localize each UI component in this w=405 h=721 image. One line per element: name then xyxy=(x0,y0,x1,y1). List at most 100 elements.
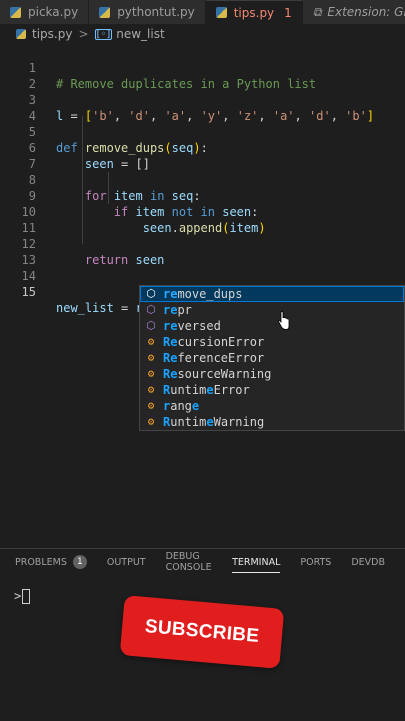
code-line: 1 # Remove duplicates in a Python list xyxy=(0,44,405,91)
terminal-prompt[interactable]: > xyxy=(14,589,31,604)
suggestion-text: pr xyxy=(177,303,192,317)
tab-label: PORTS xyxy=(300,556,332,568)
variable-icon: [◦] xyxy=(94,28,113,40)
tab-tips[interactable]: tips.py 1 xyxy=(205,0,303,24)
tab-label: PROBLEMS xyxy=(15,556,67,568)
code-line: 10 seen.append(item) xyxy=(0,188,405,235)
suggestion-item[interactable]: ⬡ re versed xyxy=(140,318,404,334)
identifier: new_list xyxy=(56,301,114,315)
method-cube-icon: ⬡ xyxy=(146,319,156,332)
breadcrumb-symbol[interactable]: new_list xyxy=(116,27,164,41)
tab-ports[interactable]: PORTS xyxy=(300,549,331,575)
suggestion-item[interactable]: ⬡ re move_dups xyxy=(140,286,404,302)
suggestion-text: untim xyxy=(170,415,207,429)
tab-devdb[interactable]: DEVDB xyxy=(351,549,385,575)
code-line: 13 xyxy=(0,236,405,267)
suggestion-text: versed xyxy=(177,319,221,333)
problems-count-badge: 1 xyxy=(72,555,87,569)
match-text: Re xyxy=(163,367,178,381)
match-text: e xyxy=(206,383,214,397)
class-icon: ⚙ xyxy=(147,351,155,364)
suggestion-text: move_dups xyxy=(177,287,243,301)
code-line: 12 return seen xyxy=(0,220,405,267)
breadcrumb-file[interactable]: tips.py xyxy=(32,27,72,41)
breadcrumb: tips.py > [◦] new_list xyxy=(0,24,405,44)
subscribe-label: SUBSCRIBE xyxy=(144,616,261,647)
tab-problems[interactable]: PROBLEMS 1 xyxy=(15,549,87,575)
suggestion-item[interactable]: ⚙ Runtim e Warning xyxy=(140,414,404,430)
match-text: e xyxy=(206,415,214,429)
tab-label: DEBUG CONSOLE xyxy=(165,551,212,573)
tab-label: picka.py xyxy=(28,5,79,19)
tab-label: pythontut.py xyxy=(117,5,195,19)
suggestion-text: ang xyxy=(170,399,192,413)
tab-label: DEVDB xyxy=(351,556,385,568)
problem-count-badge: 1 xyxy=(284,5,292,20)
class-icon: ⚙ xyxy=(147,367,155,380)
suggestion-text: untim xyxy=(170,383,207,397)
tab-extension-git[interactable]: ⧉ Extension: Git xyxy=(302,0,405,24)
tab-picka[interactable]: picka.py xyxy=(0,0,90,24)
class-icon: ⚙ xyxy=(147,383,155,396)
terminal-cursor xyxy=(22,589,31,604)
suggestion-item[interactable]: ⚙ Re cursionError xyxy=(140,334,404,350)
code-line: 3 l = ['b', 'd', 'a', 'y', 'z', 'a', 'd'… xyxy=(0,76,405,123)
suggestion-item[interactable]: ⬡ re pr xyxy=(140,302,404,318)
class-icon: ⚙ xyxy=(147,335,155,348)
match-text: re xyxy=(163,319,178,333)
tab-debug-console[interactable]: DEBUG CONSOLE xyxy=(166,549,212,575)
extension-icon: ⧉ xyxy=(312,4,322,19)
suggestion-item[interactable]: ⚙ r ang e xyxy=(140,398,404,414)
match-text: e xyxy=(191,399,200,413)
class-icon: ⚙ xyxy=(147,415,155,428)
tab-label: OUTPUT xyxy=(106,556,146,568)
suggestion-item[interactable]: ⚙ Runtim e Error xyxy=(140,382,404,398)
code-line: 7 xyxy=(0,140,405,171)
python-file-icon xyxy=(99,6,111,18)
suggestion-text: cursionError xyxy=(177,335,265,349)
operator: = xyxy=(113,301,136,315)
autocomplete-suggestions: ⬡ re move_dups ⬡ re pr ⬡ re versed ⚙ Re curs… xyxy=(139,285,405,431)
python-file-icon xyxy=(10,6,21,18)
code-line: 5 def remove_dups(seq): xyxy=(0,108,405,155)
tab-label: Extension: Git xyxy=(327,5,405,19)
match-text: Re xyxy=(163,351,178,365)
suggestion-item[interactable]: ⚙ Re sourceWarning xyxy=(140,366,404,382)
code-line: 4 xyxy=(0,92,405,123)
tab-terminal[interactable]: TERMINAL xyxy=(232,549,281,575)
line-number: 15 xyxy=(21,285,36,299)
python-file-icon xyxy=(16,29,26,39)
method-cube-icon: ⬡ xyxy=(146,287,156,300)
match-text: r xyxy=(163,399,171,413)
tab-label: tips.py xyxy=(233,5,275,20)
code-line: 6 seen = [] xyxy=(0,124,405,171)
code-line: 14 xyxy=(0,252,405,283)
suggestion-text: Warning xyxy=(213,415,265,429)
python-file-icon xyxy=(215,7,227,18)
method-cube-icon: ⬡ xyxy=(146,303,156,316)
prompt-symbol: > xyxy=(14,589,22,603)
match-text: re xyxy=(163,303,178,317)
mouse-hand-cursor-icon xyxy=(278,311,290,330)
code-line: 8 for item in seq: xyxy=(0,156,405,203)
tab-label: TERMINAL xyxy=(232,556,281,568)
code-line: 2 xyxy=(0,60,405,91)
match-text: e xyxy=(170,335,178,349)
code-line: 9 if item not in seen: xyxy=(0,172,405,219)
match-text: R xyxy=(163,335,171,349)
tab-output[interactable]: OUTPUT xyxy=(107,549,146,575)
suggestion-item[interactable]: ⚙ Re ferenceError xyxy=(140,350,404,366)
suggestion-text: Error xyxy=(213,383,250,397)
suggestion-text: ferenceError xyxy=(177,351,265,365)
tab-pythontut[interactable]: pythontut.py xyxy=(89,0,206,24)
match-text: R xyxy=(163,415,171,429)
code-line-current: 15 new_list = re xyxy=(0,268,405,315)
class-icon: ⚙ xyxy=(147,399,155,412)
panel-tabs: PROBLEMS 1 OUTPUT DEBUG CONSOLE TERMINAL… xyxy=(0,549,405,575)
suggestion-text: sourceWarning xyxy=(177,367,272,381)
chevron-right-icon: > xyxy=(78,27,89,41)
match-text: re xyxy=(163,287,178,301)
match-text: R xyxy=(163,383,171,397)
code-line: 11 xyxy=(0,204,405,235)
editor-tab-bar: picka.py pythontut.py tips.py 1 ⧉ Extens… xyxy=(0,0,405,24)
